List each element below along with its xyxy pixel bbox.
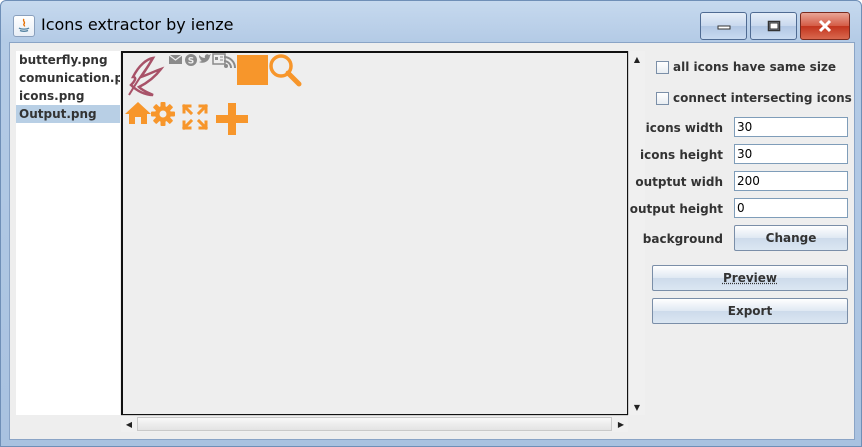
horizontal-scrollbar[interactable]: ◀ ▶ xyxy=(121,415,629,432)
rss-icon xyxy=(223,56,236,69)
icons-height-label: icons height xyxy=(640,148,723,162)
output-width-label: outptut widh xyxy=(635,175,723,189)
main-panel: butterfly.png comunication.png icons.png… xyxy=(9,42,855,440)
minimize-button[interactable] xyxy=(700,12,747,40)
svg-text:S: S xyxy=(188,57,194,67)
scroll-corner xyxy=(628,415,645,432)
close-button[interactable] xyxy=(800,12,850,40)
file-list[interactable]: butterfly.png comunication.png icons.png… xyxy=(16,51,120,415)
icons-width-label: icons width xyxy=(645,121,723,135)
maximize-button[interactable] xyxy=(750,12,797,40)
search-icon xyxy=(269,54,302,87)
java-app-icon xyxy=(13,15,35,37)
file-item[interactable]: comunication.png xyxy=(16,69,120,87)
output-width-input[interactable] xyxy=(734,171,848,191)
gear-icon xyxy=(151,102,175,126)
preview-button[interactable]: Preview xyxy=(652,265,848,291)
plus-icon xyxy=(216,103,248,135)
horizontal-scroll-thumb[interactable] xyxy=(137,417,612,431)
file-item-selected[interactable]: Output.png xyxy=(16,105,120,123)
orange-square-icon xyxy=(237,55,268,85)
fullscreen-icon xyxy=(181,103,209,131)
mail-icon xyxy=(168,54,183,64)
scroll-up-icon[interactable]: ▲ xyxy=(629,51,645,67)
background-label: background xyxy=(642,232,723,246)
butterfly-sketch-icon xyxy=(128,56,165,97)
connect-icons-checkbox[interactable] xyxy=(656,92,669,105)
maximize-icon xyxy=(767,20,780,32)
minimize-icon xyxy=(717,25,730,30)
output-height-input[interactable] xyxy=(734,198,848,218)
close-icon xyxy=(818,19,832,33)
export-button[interactable]: Export xyxy=(652,298,848,324)
file-item[interactable]: icons.png xyxy=(16,87,120,105)
home-icon xyxy=(125,102,151,124)
preview-canvas[interactable]: S xyxy=(121,51,629,416)
window-title: Icons extractor by ienze xyxy=(41,15,234,34)
twitter-icon xyxy=(199,54,211,63)
same-size-checkbox[interactable] xyxy=(656,61,669,74)
scroll-left-icon[interactable]: ◀ xyxy=(121,416,137,432)
file-item[interactable]: butterfly.png xyxy=(16,51,120,69)
scroll-right-icon[interactable]: ▶ xyxy=(613,416,629,432)
icons-height-input[interactable] xyxy=(734,144,848,164)
scroll-down-icon[interactable]: ▼ xyxy=(629,399,645,415)
icons-width-input[interactable] xyxy=(734,117,848,137)
app-window: Icons extractor by ienze butterfly.png c… xyxy=(0,0,862,447)
title-bar[interactable]: Icons extractor by ienze xyxy=(1,1,861,41)
output-height-label: output height xyxy=(629,202,723,216)
same-size-label: all icons have same size xyxy=(673,60,837,74)
connect-icons-label: connect intersecting icons xyxy=(673,91,852,105)
change-background-button[interactable]: Change xyxy=(734,225,848,251)
skype-icon: S xyxy=(185,54,197,67)
